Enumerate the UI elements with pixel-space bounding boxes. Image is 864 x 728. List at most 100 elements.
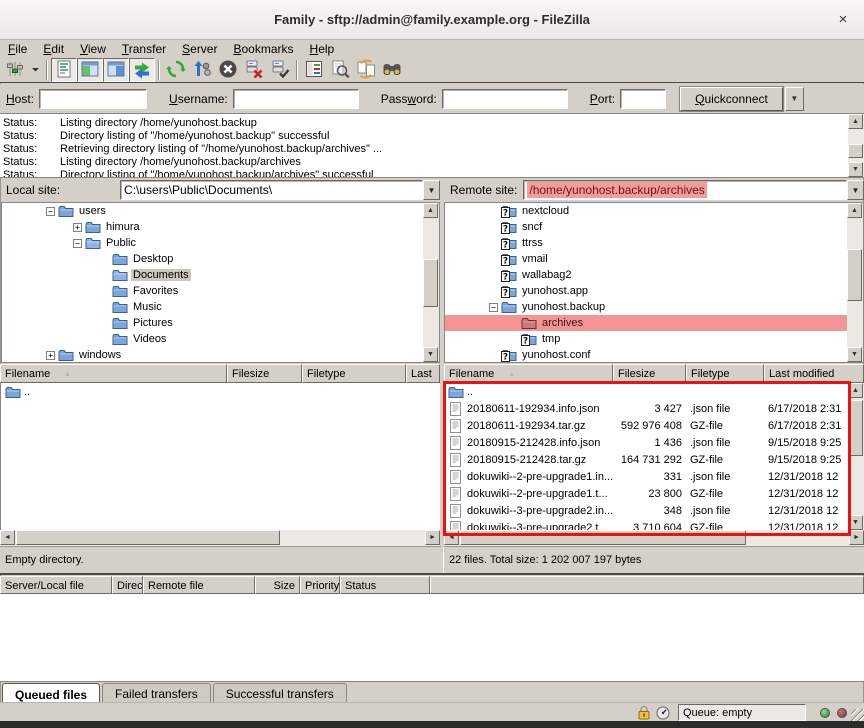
- remote-tree-scrollbar[interactable]: ▲ ▼: [847, 203, 863, 362]
- synchronized-browsing-button[interactable]: [379, 58, 405, 82]
- local-site-combo[interactable]: C:\users\Public\Documents\: [120, 180, 423, 200]
- menu-view[interactable]: View: [72, 41, 114, 57]
- column-header-filesize[interactable]: Filesize: [227, 364, 302, 383]
- tree-item-Favorites[interactable]: Favorites: [2, 283, 439, 299]
- tree-item-ttrss[interactable]: ?ttrss: [445, 235, 863, 251]
- file-row-20180611-192934-tar-gz[interactable]: 20180611-192934.tar.gz592 976 408GZ-file…: [444, 417, 848, 434]
- reconnect-button[interactable]: [267, 58, 293, 82]
- column-header-filename[interactable]: Filename▲: [444, 364, 613, 383]
- local-tree-scrollbar[interactable]: ▲ ▼: [423, 203, 439, 362]
- file-row-dokuwiki-3-pre-upgrade2-in-[interactable]: dokuwiki--3-pre-upgrade2.in...348.json f…: [444, 502, 848, 519]
- tree-item-himura[interactable]: +himura: [2, 219, 439, 235]
- queue-column-direction[interactable]: Direction: [112, 576, 143, 594]
- lock-icon[interactable]: [637, 705, 651, 720]
- remote-hscroll-thumb[interactable]: [460, 530, 746, 545]
- remote-site-dropdown-icon[interactable]: ▼: [847, 180, 864, 200]
- remote-site-combo[interactable]: /home/yunohost.backup/archives: [523, 180, 847, 200]
- disconnect-button[interactable]: [241, 58, 267, 82]
- local-tree-toggle-button[interactable]: [77, 58, 103, 82]
- collapse-icon[interactable]: −: [73, 239, 82, 248]
- local-site-dropdown-icon[interactable]: ▼: [423, 180, 440, 200]
- menu-edit[interactable]: Edit: [35, 41, 72, 57]
- column-header-filetype[interactable]: Filetype: [686, 364, 764, 383]
- menu-file[interactable]: File: [0, 41, 35, 57]
- remote-files-scrollbar[interactable]: ▲ ▼: [848, 383, 864, 530]
- process-queue-button[interactable]: [189, 58, 215, 82]
- tree-item-yunohost.conf[interactable]: ?yunohost.conf: [445, 347, 863, 363]
- column-header-filename[interactable]: Filename▲: [0, 364, 227, 383]
- tree-item-users[interactable]: −users: [2, 203, 439, 219]
- log-scrollbar[interactable]: ▲ ▼: [848, 114, 864, 177]
- message-log-toggle-button[interactable]: [51, 58, 77, 82]
- queue-column-status[interactable]: Status: [340, 576, 430, 594]
- scroll-down-icon[interactable]: ▼: [847, 347, 862, 362]
- scroll-down-icon[interactable]: ▼: [848, 162, 863, 177]
- queue-column-size[interactable]: Size: [255, 576, 300, 594]
- tab-queued-files[interactable]: Queued files: [2, 683, 100, 704]
- scroll-right-icon[interactable]: ►: [849, 530, 864, 545]
- tree-item-nextcloud[interactable]: ?nextcloud: [445, 203, 863, 219]
- password-input[interactable]: [442, 89, 568, 109]
- tree-item-yunohost.backup[interactable]: −yunohost.backup: [445, 299, 863, 315]
- file-row--[interactable]: ..: [1, 383, 440, 400]
- menu-server[interactable]: Server: [174, 41, 225, 57]
- remote-files-scrollbar-thumb[interactable]: [848, 400, 863, 456]
- column-header-last-modified[interactable]: Last modified: [764, 364, 864, 383]
- tree-item-wallabag2[interactable]: ?wallabag2: [445, 267, 863, 283]
- tab-successful-transfers[interactable]: Successful transfers: [213, 683, 347, 702]
- tree-item-Pictures[interactable]: Pictures: [2, 315, 439, 331]
- tree-item-Music[interactable]: Music: [2, 299, 439, 315]
- scroll-left-icon[interactable]: ◄: [444, 530, 459, 545]
- username-input[interactable]: [233, 89, 359, 109]
- menu-help[interactable]: Help: [302, 41, 343, 57]
- column-header-filesize[interactable]: Filesize: [613, 364, 686, 383]
- file-row-dokuwiki-2-pre-upgrade1-t-[interactable]: dokuwiki--2-pre-upgrade1.t...23 800GZ-fi…: [444, 485, 848, 502]
- scroll-down-icon[interactable]: ▼: [423, 347, 438, 362]
- directory-comparison-button[interactable]: [353, 58, 379, 82]
- tree-item-yunohost.app[interactable]: ?yunohost.app: [445, 283, 863, 299]
- collapse-icon[interactable]: −: [489, 303, 498, 312]
- column-header-last[interactable]: Last: [406, 364, 440, 383]
- scroll-up-icon[interactable]: ▲: [847, 203, 862, 218]
- port-input[interactable]: [620, 89, 666, 109]
- quickconnect-button[interactable]: Quickconnect: [680, 87, 783, 111]
- tree-item-tmp[interactable]: ?tmp: [445, 331, 863, 347]
- site-manager-dropdown-button[interactable]: [28, 58, 43, 82]
- tree-item-Desktop[interactable]: Desktop: [2, 251, 439, 267]
- file-row-20180915-212428-info-json[interactable]: 20180915-212428.info.json1 436.json file…: [444, 434, 848, 451]
- tree-item-Documents[interactable]: Documents: [2, 267, 439, 283]
- close-icon[interactable]: ×: [832, 8, 854, 30]
- find-files-button[interactable]: [327, 58, 353, 82]
- remote-tree-scrollbar-thumb[interactable]: [847, 249, 862, 301]
- file-row-dokuwiki-2-pre-upgrade1-in-[interactable]: dokuwiki--2-pre-upgrade1.in...331.json f…: [444, 468, 848, 485]
- filter-button[interactable]: [301, 58, 327, 82]
- remote-tree-toggle-button[interactable]: [103, 58, 129, 82]
- tree-item-windows[interactable]: +windows: [2, 347, 439, 363]
- scroll-right-icon[interactable]: ►: [425, 530, 440, 545]
- local-files-hscrollbar[interactable]: ◄ ►: [0, 530, 440, 546]
- queue-column-priority[interactable]: Priority: [300, 576, 340, 594]
- menu-transfer[interactable]: Transfer: [114, 41, 174, 57]
- file-row--[interactable]: ..: [444, 383, 848, 400]
- expand-icon[interactable]: +: [73, 223, 82, 232]
- expand-icon[interactable]: +: [46, 351, 55, 360]
- scroll-up-icon[interactable]: ▲: [848, 114, 863, 129]
- site-manager-button[interactable]: [2, 58, 28, 82]
- tab-failed-transfers[interactable]: Failed transfers: [102, 683, 211, 702]
- collapse-icon[interactable]: −: [46, 207, 55, 216]
- remote-files-hscrollbar[interactable]: ◄ ►: [444, 530, 864, 546]
- log-scrollbar-thumb[interactable]: [848, 144, 863, 158]
- scroll-left-icon[interactable]: ◄: [0, 530, 15, 545]
- quickconnect-dropdown-icon[interactable]: ▼: [785, 87, 804, 111]
- tree-item-Public[interactable]: −Public: [2, 235, 439, 251]
- tree-item-Videos[interactable]: Videos: [2, 331, 439, 347]
- tree-item-archives[interactable]: archives: [445, 315, 863, 331]
- cancel-button[interactable]: [215, 58, 241, 82]
- column-header-filetype[interactable]: Filetype: [302, 364, 406, 383]
- menu-bookmarks[interactable]: Bookmarks: [225, 41, 301, 57]
- local-hscroll-thumb[interactable]: [16, 530, 280, 545]
- scroll-up-icon[interactable]: ▲: [848, 383, 863, 398]
- speed-limits-icon[interactable]: [656, 706, 670, 720]
- transfer-queue-toggle-button[interactable]: [129, 58, 155, 82]
- queue-column-server-local-file[interactable]: Server/Local file: [0, 576, 112, 594]
